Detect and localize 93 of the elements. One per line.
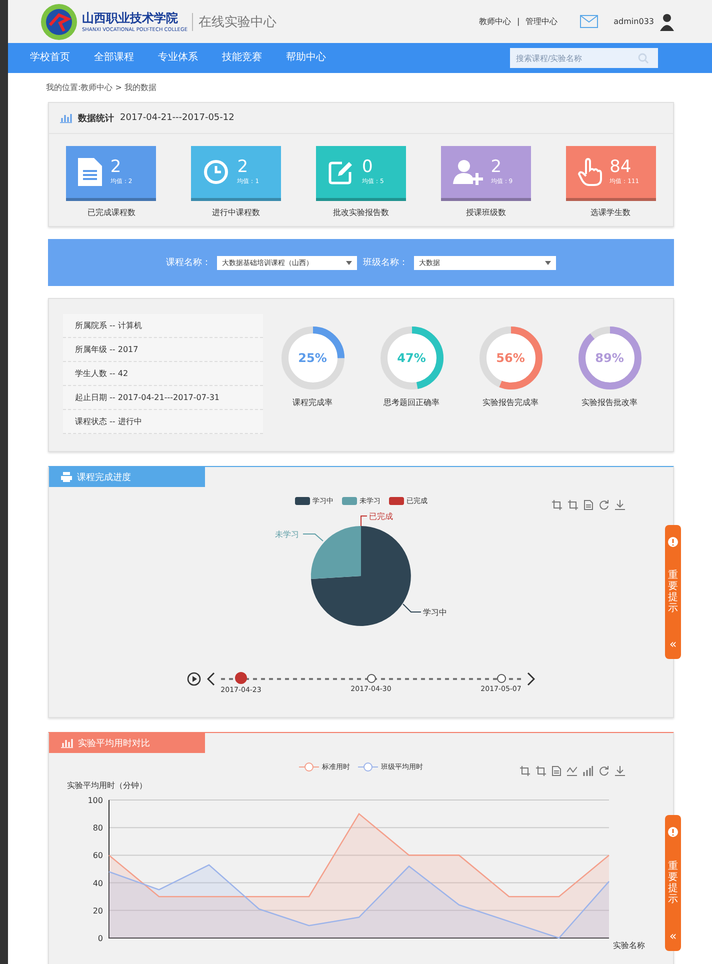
axis-title: 实验名称 (613, 941, 645, 950)
panel-title: 数据统计 (78, 112, 114, 124)
data-view-icon[interactable] (584, 500, 593, 510)
zoom-area-icon[interactable] (520, 766, 530, 776)
alert-icon (668, 827, 678, 837)
leader-line (402, 604, 422, 612)
timeline-point[interactable] (235, 672, 247, 684)
slice-label: 学习中 (423, 608, 447, 617)
mail-icon[interactable] (580, 15, 598, 28)
printer-icon (61, 472, 72, 482)
refresh-icon[interactable] (599, 766, 609, 776)
bar-chart-icon (60, 113, 72, 123)
dropdown-caret-icon (346, 260, 352, 264)
leader-line (302, 534, 324, 542)
timeline-point[interactable] (366, 674, 376, 683)
panel-title: 实验平均用时对比 (78, 738, 150, 750)
link-separator: | (516, 17, 520, 26)
stat-label: 进行中课程数 (212, 207, 260, 218)
next-icon[interactable] (527, 672, 535, 686)
filter-label: 班级名称： (363, 256, 408, 269)
stat-label: 选课学生数 (590, 207, 631, 218)
edit-icon (328, 159, 354, 185)
gauge-label: 思考题回正确率 (384, 397, 440, 408)
download-icon[interactable] (615, 500, 625, 510)
gauge-label: 实验报告批改率 (582, 397, 638, 408)
ring-gauge (378, 325, 444, 391)
bar-chart-icon (61, 738, 73, 748)
refresh-icon[interactable] (599, 500, 609, 510)
panel-title: 课程完成进度 (77, 472, 131, 484)
leader-line (360, 516, 368, 526)
school-logo-icon (40, 2, 78, 40)
stat-value: 2 (237, 158, 250, 177)
stat-value: 2 (110, 158, 122, 177)
alert-icon (668, 537, 678, 547)
clock-icon (203, 159, 230, 185)
stat-label: 批改实验报告数 (332, 207, 389, 218)
timeline-point[interactable] (496, 674, 506, 683)
axis-title: 实验平均用时（分钟） (67, 781, 147, 790)
pointing-hand-icon (578, 158, 602, 186)
search-field[interactable]: 搜索课程/实验名称 (510, 48, 658, 68)
stat-label: 已完成课程数 (87, 207, 136, 218)
ring-gauge (576, 325, 642, 391)
slice-label: 已完成 (369, 512, 393, 521)
zoom-area-icon[interactable] (536, 766, 546, 776)
course-info-row: 学生人数 -- 42 (63, 362, 263, 386)
header-link[interactable]: 教师中心 (478, 16, 511, 27)
site-title: 在线实验中心 (192, 12, 276, 30)
course-info-row: 所属院系 -- 计算机 (63, 314, 263, 338)
gauge-label: 课程完成率 (292, 397, 332, 408)
zoom-area-icon[interactable] (552, 500, 562, 510)
ring-gauge (478, 325, 544, 391)
legend-swatch[interactable] (342, 497, 356, 505)
play-icon[interactable] (187, 672, 201, 686)
filter-label: 课程名称： (166, 256, 211, 269)
axis-tick-label: 100 (88, 796, 103, 805)
bar-chart-icon[interactable] (583, 766, 593, 776)
legend-marker[interactable] (358, 762, 378, 772)
previous-icon[interactable] (207, 672, 215, 686)
header-link[interactable]: 管理中心 (526, 16, 558, 27)
legend-marker[interactable] (299, 762, 319, 772)
axis-tick-label: 20 (92, 906, 103, 916)
gauge-reading: 47% (397, 351, 426, 365)
document-icon (78, 158, 102, 186)
user-avatar-icon[interactable] (660, 12, 674, 30)
breadcrumb: 我的位置:教师中心 > 我的数据 (46, 82, 158, 93)
zoom-area-icon[interactable] (568, 500, 578, 510)
stat-value: 0 (362, 158, 374, 177)
course-info-row: 所属年级 -- 2017 (63, 338, 263, 362)
stat-label: 授课班级数 (466, 207, 506, 218)
axis-tick-label: 0 (98, 934, 103, 943)
axis-tick-label: 60 (92, 851, 103, 860)
ring-gauge (280, 325, 346, 391)
add-user-icon (452, 159, 483, 185)
gauge-reading: 89% (595, 351, 624, 365)
username[interactable]: admin033 (614, 17, 654, 26)
stat-value: 2 (490, 158, 503, 177)
slice-label: 未学习 (275, 530, 299, 539)
stat-value: 84 (610, 158, 632, 177)
school-name: 山西职业技术学院 (82, 10, 179, 27)
course-info-row: 起止日期 -- 2017-04-21---2017-07-31 (63, 386, 263, 410)
data-view-icon[interactable] (552, 766, 561, 776)
course-info-row: 课程状态 -- 进行中 (63, 410, 263, 434)
dropdown-caret-icon (545, 260, 551, 264)
legend-swatch[interactable] (294, 497, 310, 505)
date-range: 2017-04-21---2017-05-12 (120, 113, 234, 123)
gauge-label: 实验报告完成率 (482, 397, 538, 408)
gauge-reading: 25% (298, 351, 327, 365)
legend-swatch[interactable] (388, 497, 404, 505)
download-icon[interactable] (615, 766, 625, 776)
axis-tick-label: 40 (92, 878, 103, 888)
line-chart-icon[interactable] (567, 766, 577, 776)
axis-tick-label: 80 (92, 824, 103, 833)
gauge-reading: 56% (496, 351, 525, 365)
